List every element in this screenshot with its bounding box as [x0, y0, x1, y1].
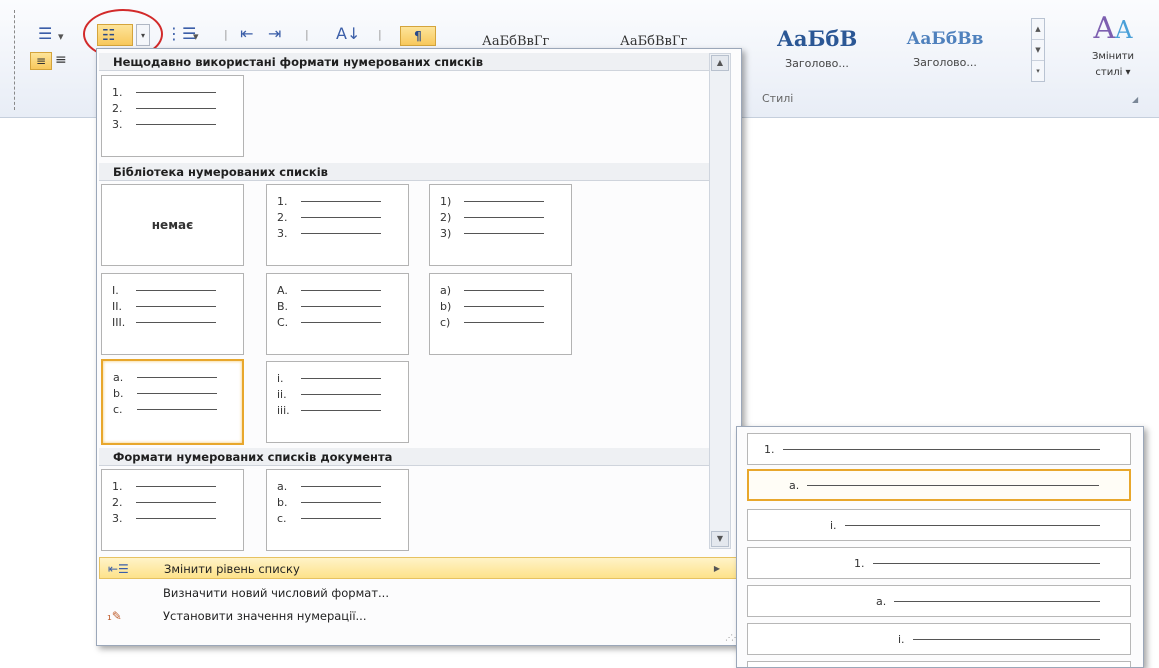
style-heading-1[interactable]: АаБбВ Заголово... [762, 26, 872, 70]
style-sample: АаБбВв [906, 29, 984, 49]
sort-icon[interactable]: A↓ [336, 25, 360, 43]
style-label: Заголово... [785, 57, 849, 70]
decrease-indent-icon[interactable]: ⇤ [240, 25, 253, 43]
styles-gallery-scroll[interactable]: ▲ ▼ ▾ [1031, 18, 1045, 82]
style-heading-2[interactable]: АаБбВв Заголово... [890, 26, 1000, 69]
list-level-1[interactable]: 1. [747, 433, 1131, 465]
list-level-7[interactable] [747, 661, 1131, 667]
show-formatting-marks-button[interactable]: ¶ [400, 26, 436, 46]
numbering-format-tile[interactable]: a. b. c. [266, 469, 409, 551]
numbering-format-tile[interactable]: 1) 2) 3) [429, 184, 572, 266]
numbering-format-tile[interactable]: A. B. C. [266, 273, 409, 355]
list-level-3[interactable]: i. [747, 509, 1131, 541]
style-sample: АаБбВвГг [620, 34, 688, 49]
dialog-launcher-icon[interactable]: ◢ [1132, 95, 1138, 104]
numbering-format-tile[interactable]: 1. 2. 3. [266, 184, 409, 266]
numbering-format-tile[interactable]: 1. 2. 3. [101, 469, 244, 551]
change-styles-label-1: Змінити [1091, 51, 1135, 62]
numbering-format-tile[interactable]: I. II. III. [101, 273, 244, 355]
ribbon-separator: | [305, 28, 309, 41]
multilevel-list-icon[interactable]: ⋮☰ [166, 25, 196, 43]
scroll-down-icon[interactable]: ▼ [711, 531, 729, 547]
increase-indent-icon[interactable]: ⇥ [268, 25, 281, 43]
change-level-icon: ⇤☰ [108, 562, 129, 576]
gallery-scroll-down-icon[interactable]: ▼ [1032, 40, 1044, 61]
scroll-up-icon[interactable]: ▲ [711, 55, 729, 71]
change-list-level-item[interactable]: ⇤☰ Змінити рівень списку ▶ [99, 557, 739, 579]
list-level-5[interactable]: a. [747, 585, 1131, 617]
gallery-more-icon[interactable]: ▾ [1032, 61, 1044, 82]
numbering-library-header: Бібліотека нумерованих списків [99, 163, 721, 181]
list-level-6[interactable]: i. [747, 623, 1131, 655]
style-no-spacing[interactable]: АаБбВвГг [620, 26, 687, 49]
gallery-scroll-up-icon[interactable]: ▲ [1032, 19, 1044, 40]
numbering-none-tile[interactable]: немає [101, 184, 244, 266]
numbering-format-tile-selected[interactable]: a. b. c. [101, 359, 244, 445]
bullets-dropdown-arrow[interactable]: ▾ [58, 28, 64, 46]
change-styles-button[interactable]: AA Змінити стилі ▾ [1070, 12, 1156, 79]
recent-formats-header: Нещодавно використані формати нумеровани… [99, 53, 721, 71]
align-left-button[interactable]: ≡ [30, 52, 52, 70]
numbering-format-tile[interactable]: i. ii. iii. [266, 361, 409, 443]
ribbon-left-border [14, 10, 15, 110]
style-label: Заголово... [913, 56, 977, 69]
define-new-format-item[interactable]: Визначити новий числовий формат... [99, 582, 739, 604]
change-styles-label-2: стилі ▾ [1095, 67, 1131, 78]
submenu-arrow-icon: ▶ [713, 564, 720, 573]
styles-group-label: Стилі [762, 92, 794, 105]
ribbon-separator: | [378, 28, 382, 41]
set-numbering-value-item[interactable]: ₁✎ Установити значення нумерації... [99, 605, 739, 627]
list-level-2-selected[interactable]: a. [747, 469, 1131, 501]
align-center-icon[interactable]: ≡ [55, 52, 67, 68]
numbering-format-tile[interactable]: a) b) c) [429, 273, 572, 355]
style-sample: АаБбВ [776, 26, 858, 51]
numbering-library-dropdown: Нещодавно використані формати нумеровани… [96, 48, 742, 646]
bullets-icon[interactable]: ☰ [38, 25, 52, 43]
style-normal[interactable]: АаБбВвГг [482, 26, 549, 49]
change-styles-icon: AA [1093, 11, 1133, 46]
set-value-icon: ₁✎ [107, 609, 122, 623]
list-level-4[interactable]: 1. [747, 547, 1131, 579]
numbering-format-tile[interactable]: 1. 2. 3. [101, 75, 244, 157]
ribbon-separator: | [224, 28, 228, 41]
style-sample: АаБбВвГг [482, 34, 550, 49]
multilevel-dropdown-arrow[interactable]: ▾ [193, 28, 199, 46]
dropdown-scrollbar[interactable]: ▲ ▼ [709, 53, 731, 549]
document-formats-header: Формати нумерованих списків документа [99, 448, 721, 466]
list-level-submenu: 1. a. i. 1. a. i. [736, 426, 1144, 668]
